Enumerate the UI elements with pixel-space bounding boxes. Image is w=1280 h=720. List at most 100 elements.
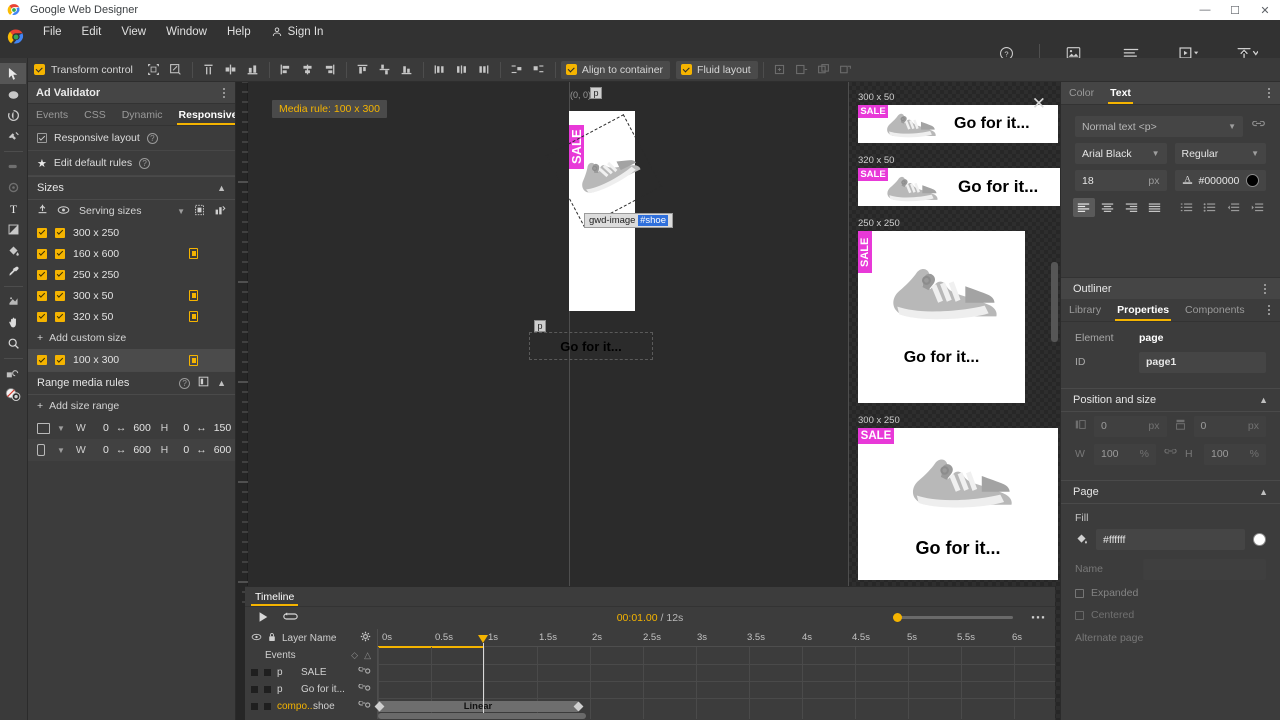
size-visible-checkbox[interactable] bbox=[55, 269, 65, 280]
align-bottom-edges-icon[interactable] bbox=[396, 60, 418, 80]
tab-events[interactable]: Events bbox=[28, 104, 76, 125]
timeline-zoom-knob[interactable] bbox=[893, 612, 902, 622]
id-input[interactable]: page1 bbox=[1139, 351, 1266, 373]
timeline-layer-row-sale[interactable]: p SALE bbox=[245, 664, 377, 681]
3d-rotate-tool[interactable] bbox=[0, 105, 26, 126]
range-media-rules-collapse-caret-icon[interactable]: ▲ bbox=[217, 378, 226, 388]
arrange-back-icon[interactable] bbox=[528, 60, 550, 80]
fluid-layout-checkbox[interactable] bbox=[681, 64, 693, 75]
duplicate-icon[interactable] bbox=[813, 60, 835, 80]
distribute-vertical-icon[interactable] bbox=[374, 60, 396, 80]
menu-view[interactable]: View bbox=[111, 20, 156, 44]
ad-validator-menu-icon[interactable] bbox=[223, 86, 227, 100]
serving-sizes-select[interactable]: Serving sizes ▼ bbox=[79, 205, 185, 217]
link-dimensions-icon[interactable] bbox=[1164, 448, 1177, 460]
sizes-chart-icon[interactable] bbox=[214, 204, 226, 219]
align-bottom-icon[interactable] bbox=[242, 60, 264, 80]
size-row-300x50[interactable]: 300 x 50 bbox=[28, 285, 235, 306]
preview-canvas[interactable]: SALE Go for it... bbox=[858, 231, 1025, 403]
tab-text[interactable]: Text bbox=[1102, 82, 1139, 104]
tab-css[interactable]: CSS bbox=[76, 104, 114, 125]
timeline-settings-gear-icon[interactable] bbox=[360, 631, 371, 645]
x-position-input[interactable]: 0 px bbox=[1094, 415, 1167, 437]
size-visible-checkbox[interactable] bbox=[55, 311, 65, 322]
add-size-range-button[interactable]: + Add size range bbox=[28, 395, 235, 417]
position-size-header[interactable]: Position and size ▲ bbox=[1061, 388, 1280, 412]
tab-library[interactable]: Library bbox=[1061, 299, 1109, 321]
device-caret-icon[interactable]: ▼ bbox=[57, 424, 65, 433]
width-input[interactable]: 100 % bbox=[1094, 443, 1156, 465]
align-to-container-checkbox[interactable] bbox=[565, 64, 577, 75]
layer-link-icon[interactable] bbox=[358, 683, 371, 695]
layer-visibility-square[interactable] bbox=[251, 669, 258, 676]
range-w-max[interactable]: 600 bbox=[133, 422, 151, 434]
size-visible-checkbox[interactable] bbox=[55, 248, 65, 259]
range-h-min[interactable]: 0 bbox=[181, 422, 189, 434]
fill-stroke-tool[interactable] bbox=[0, 384, 26, 405]
preview-320x50[interactable]: 320 x 50 SALE Go for it... bbox=[858, 155, 1060, 206]
play-button[interactable] bbox=[257, 611, 269, 626]
edit-default-rules-help-icon[interactable]: ? bbox=[139, 157, 151, 169]
size-enabled-checkbox[interactable] bbox=[37, 248, 47, 259]
transform-control-checkbox[interactable] bbox=[34, 64, 45, 75]
align-center-vertical-icon[interactable] bbox=[297, 60, 319, 80]
lock-icon[interactable] bbox=[268, 632, 276, 645]
font-size-input[interactable]: 18 px bbox=[1075, 170, 1167, 191]
align-to-container-option[interactable]: Align to container bbox=[560, 60, 671, 79]
menu-edit[interactable]: Edit bbox=[72, 20, 112, 44]
range-w-max[interactable]: 600 bbox=[133, 444, 151, 456]
preview-300x250[interactable]: 300 x 250 SALE Go for it... bbox=[858, 415, 1058, 580]
timeline-playhead[interactable] bbox=[478, 635, 488, 719]
layer-link-icon[interactable] bbox=[358, 666, 371, 678]
transform-skew-icon[interactable] bbox=[165, 60, 187, 80]
size-media-rule-badge-icon[interactable] bbox=[189, 354, 198, 366]
range-w-min[interactable]: 0 bbox=[101, 444, 109, 456]
pen-tool[interactable] bbox=[0, 156, 26, 177]
size-media-rule-badge-icon[interactable] bbox=[189, 248, 198, 259]
range-h-max[interactable]: 150 bbox=[214, 422, 232, 434]
canvas-vertical-scrollbar[interactable] bbox=[1051, 262, 1058, 342]
indent-button[interactable] bbox=[1246, 198, 1268, 217]
outliner-header[interactable]: Outliner bbox=[1061, 277, 1280, 299]
size-row-250x250[interactable]: 250 x 250 bbox=[28, 264, 235, 285]
size-preview-toggle-icon[interactable] bbox=[194, 204, 205, 219]
page-name-input[interactable] bbox=[1143, 558, 1266, 580]
size-visible-checkbox[interactable] bbox=[55, 227, 65, 238]
loop-button[interactable] bbox=[283, 611, 298, 625]
timeline-events-row[interactable]: Events ◇ △ bbox=[245, 647, 377, 664]
text-color-input[interactable]: A #000000 bbox=[1174, 170, 1266, 191]
component-tool[interactable] bbox=[0, 291, 26, 312]
paint-bucket-icon[interactable] bbox=[1075, 532, 1088, 548]
align-justify-button[interactable] bbox=[1144, 198, 1166, 217]
preview-300x50[interactable]: 300 x 50 SALE Go for it... bbox=[858, 92, 1058, 143]
outdent-button[interactable] bbox=[1223, 198, 1245, 217]
selection-box-shoe[interactable] bbox=[545, 114, 663, 228]
menu-help[interactable]: Help bbox=[217, 20, 261, 44]
preview-canvas[interactable]: SALE Go for it... bbox=[858, 428, 1058, 580]
selection-tool[interactable] bbox=[0, 63, 26, 84]
timeline-playhead-marker[interactable] bbox=[478, 635, 488, 643]
hand-tool[interactable] bbox=[0, 312, 26, 333]
distribute-right-icon[interactable] bbox=[473, 60, 495, 80]
properties-menu-icon[interactable] bbox=[1268, 303, 1272, 317]
arrange-front-icon[interactable] bbox=[506, 60, 528, 80]
visibility-eye-icon[interactable] bbox=[57, 205, 70, 218]
element-badge-text[interactable]: p bbox=[534, 320, 546, 332]
stage-headline-box[interactable]: Go for it... bbox=[529, 332, 653, 360]
tab-dynamic[interactable]: Dynamic bbox=[114, 104, 171, 125]
size-enabled-checkbox[interactable] bbox=[37, 290, 47, 301]
y-position-input[interactable]: 0 px bbox=[1193, 415, 1266, 437]
height-input[interactable]: 100 % bbox=[1204, 443, 1266, 465]
timeline-animation-bar-shoe[interactable]: Linear bbox=[378, 701, 578, 712]
align-left-icon[interactable] bbox=[275, 60, 297, 80]
text-style-select[interactable]: Normal text <p> ▼ bbox=[1075, 116, 1243, 137]
size-range-row-landscape[interactable]: ▼ W 0 ↔ 600 H 0 ↔ 150 bbox=[28, 417, 235, 439]
element-badge-top[interactable]: p bbox=[590, 87, 602, 99]
expanded-checkbox[interactable] bbox=[1075, 588, 1084, 598]
paint-bucket-tool[interactable] bbox=[0, 240, 26, 261]
range-media-rules-settings-icon[interactable] bbox=[198, 376, 209, 390]
expanded-row[interactable]: Expanded bbox=[1061, 582, 1280, 604]
maximize-button[interactable]: ☐ bbox=[1220, 0, 1250, 20]
centered-checkbox[interactable] bbox=[1075, 610, 1084, 620]
tab-components[interactable]: Components bbox=[1177, 299, 1253, 321]
